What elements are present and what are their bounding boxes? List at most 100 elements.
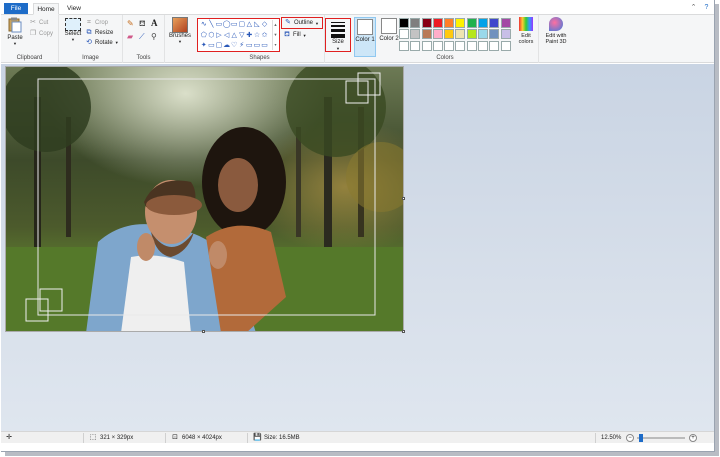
- resize-handle-corner[interactable]: [402, 330, 405, 333]
- canvas-image[interactable]: [5, 66, 404, 332]
- shape-option[interactable]: ▭: [253, 41, 261, 52]
- copy-button[interactable]: ❐ Copy: [29, 29, 53, 38]
- palette-swatch[interactable]: [489, 18, 500, 28]
- shape-option[interactable]: ⬡: [208, 31, 216, 42]
- palette-swatch[interactable]: [399, 40, 409, 51]
- text-tool-icon[interactable]: A: [151, 18, 158, 28]
- resize-handle-bottom[interactable]: [202, 330, 205, 333]
- shape-option[interactable]: ╲: [208, 20, 216, 31]
- shape-option[interactable]: ▭: [230, 20, 238, 31]
- color2-button[interactable]: Color 2: [378, 17, 400, 57]
- shape-option[interactable]: ▽: [238, 31, 246, 42]
- shape-option[interactable]: ▭: [261, 41, 269, 52]
- shape-option[interactable]: ▢: [238, 20, 246, 31]
- cut-button[interactable]: ✂ Cut: [29, 18, 48, 27]
- shape-option[interactable]: ✩: [261, 31, 269, 42]
- size-dropdown-icon[interactable]: ▼: [326, 46, 350, 51]
- shape-option[interactable]: ▭: [215, 20, 223, 31]
- fill-button[interactable]: ⛾ Fill ▼: [283, 31, 307, 39]
- rotate-button[interactable]: ⟲ Rotate ▼: [85, 38, 119, 47]
- pencil-icon[interactable]: ✎: [127, 19, 134, 28]
- tab-file[interactable]: File: [4, 3, 28, 14]
- palette-swatch[interactable]: [432, 29, 443, 40]
- palette-swatch[interactable]: [421, 29, 432, 40]
- shape-option[interactable]: ◁: [223, 31, 231, 42]
- tab-home[interactable]: Home: [33, 3, 59, 15]
- palette-swatch[interactable]: [455, 40, 466, 51]
- rotate-dropdown-icon[interactable]: ▼: [115, 40, 119, 45]
- zoom-out-button[interactable]: −: [626, 434, 634, 442]
- shape-option[interactable]: ◺: [253, 20, 261, 31]
- palette-swatch[interactable]: [466, 29, 477, 40]
- palette-swatch[interactable]: [455, 18, 466, 28]
- palette-swatch[interactable]: [421, 40, 432, 51]
- fill-dropdown-icon[interactable]: ▼: [303, 33, 307, 38]
- shapes-scrollbar[interactable]: ▲ ▼ ▾: [272, 20, 278, 50]
- palette-swatch[interactable]: [500, 29, 511, 40]
- palette-swatch[interactable]: [466, 18, 477, 28]
- shape-option[interactable]: ⚡: [238, 41, 246, 52]
- shapes-gallery[interactable]: ∿ ╲ ▭ ◯ ▭ ▢ △ ◺ ◇ ⬠ ⬡ ▷ ◁ △ ▽ ✚ ☆ ✩ ✦ ▭ ▢ ☁ ♡ ⚡ ▭ ▭ ▭ ▲ ▼ ▾: [197, 18, 280, 52]
- canvas-area[interactable]: [1, 64, 714, 431]
- size-button[interactable]: Size ▼: [325, 18, 351, 52]
- shape-option[interactable]: ☆: [253, 31, 261, 42]
- palette-swatch[interactable]: [444, 40, 455, 51]
- brushes-dropdown-icon[interactable]: ▼: [168, 39, 192, 44]
- palette-swatch[interactable]: [478, 29, 489, 40]
- select-dropdown-icon[interactable]: ▼: [63, 37, 83, 42]
- tab-view[interactable]: View: [63, 3, 85, 15]
- color1-button[interactable]: Color 1: [354, 17, 376, 57]
- outline-button[interactable]: ✎ Outline ▼: [281, 17, 323, 29]
- palette-swatch[interactable]: [455, 29, 466, 40]
- palette-swatch[interactable]: [410, 29, 421, 40]
- shape-option[interactable]: ▭: [208, 41, 216, 52]
- shape-option[interactable]: ☁: [223, 41, 231, 52]
- edit-with-paint3d-button[interactable]: Edit with Paint 3D: [541, 17, 571, 45]
- zoom-in-button[interactable]: +: [689, 434, 697, 442]
- crop-button[interactable]: ⌗ Crop: [85, 18, 108, 27]
- shape-option[interactable]: △: [246, 20, 254, 31]
- eraser-icon[interactable]: ▰: [127, 32, 133, 41]
- shape-option[interactable]: ◯: [223, 20, 231, 31]
- paste-dropdown-icon[interactable]: ▼: [7, 41, 23, 46]
- help-icon[interactable]: ?: [702, 3, 711, 12]
- palette-swatch[interactable]: [399, 29, 409, 40]
- shape-option[interactable]: ⬠: [200, 31, 208, 42]
- shape-option[interactable]: ♡: [230, 41, 238, 52]
- palette-swatch[interactable]: [478, 18, 489, 28]
- palette-swatch[interactable]: [500, 18, 511, 28]
- palette-swatch[interactable]: [489, 29, 500, 40]
- shape-option[interactable]: ▷: [215, 31, 223, 42]
- zoom-slider-thumb[interactable]: [639, 434, 644, 442]
- palette-swatch[interactable]: [432, 40, 443, 51]
- outline-dropdown-icon[interactable]: ▼: [315, 21, 319, 26]
- resize-handle-right[interactable]: [402, 197, 405, 200]
- fill-bucket-icon[interactable]: ⛾: [139, 19, 146, 29]
- palette-swatch[interactable]: [399, 18, 409, 28]
- palette-swatch[interactable]: [432, 18, 443, 28]
- shape-option[interactable]: ◇: [261, 20, 269, 31]
- paste-button[interactable]: Paste ▼: [7, 17, 23, 46]
- palette-swatch[interactable]: [444, 18, 455, 28]
- shape-option[interactable]: ▢: [215, 41, 223, 52]
- brushes-button[interactable]: Brushes ▼: [168, 17, 192, 44]
- magnifier-icon[interactable]: ⚲: [151, 32, 157, 41]
- select-button[interactable]: Select ▼: [63, 18, 83, 42]
- shape-option[interactable]: ✦: [200, 41, 208, 52]
- palette-swatch[interactable]: [466, 40, 477, 51]
- palette-swatch[interactable]: [421, 18, 432, 28]
- palette-swatch[interactable]: [489, 40, 500, 51]
- shape-option[interactable]: △: [230, 31, 238, 42]
- palette-swatch[interactable]: [410, 40, 421, 51]
- shape-option[interactable]: ✚: [246, 31, 254, 42]
- palette-swatch[interactable]: [410, 18, 421, 28]
- collapse-ribbon-icon[interactable]: ⌃: [689, 3, 698, 12]
- edit-colors-button[interactable]: Edit colors: [515, 17, 537, 45]
- resize-button[interactable]: ⧉ Resize: [85, 28, 114, 37]
- shape-option[interactable]: ▭: [246, 41, 254, 52]
- zoom-slider[interactable]: [637, 437, 685, 439]
- shape-option[interactable]: ∿: [200, 20, 208, 31]
- color-picker-icon[interactable]: ⟋: [139, 32, 145, 42]
- palette-swatch[interactable]: [478, 40, 489, 51]
- palette-swatch[interactable]: [500, 40, 511, 51]
